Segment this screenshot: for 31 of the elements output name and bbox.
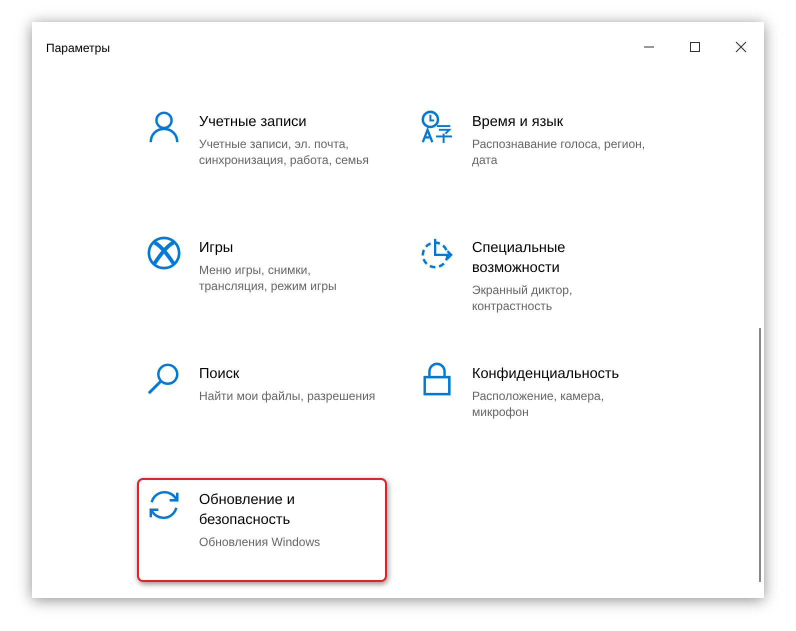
scrollbar[interactable]	[759, 328, 761, 582]
category-title: Специальные возможности	[472, 239, 566, 278]
close-icon	[735, 41, 747, 53]
category-title: Конфиденциальность	[472, 365, 620, 384]
category-title: Учетные записи	[199, 113, 308, 132]
category-description: Экранный диктор, контрастность	[472, 282, 574, 314]
search-icon	[147, 362, 181, 396]
window-title: Параметры	[46, 41, 110, 55]
person-icon	[147, 110, 181, 144]
category-title: Обновление и безопасность	[199, 491, 296, 530]
category-description: Меню игры, снимки, трансляция, режим игры	[199, 262, 338, 294]
clock-letter-icon	[420, 110, 454, 144]
category-title: Игры	[199, 239, 234, 258]
settings-category[interactable]: Учетные записи Учетные записи, эл. почта, синхронизация, работа, семья	[137, 100, 387, 204]
settings-category[interactable]: Игры Меню игры, снимки, трансляция, режим игры	[137, 226, 387, 330]
settings-category[interactable]: Время и язык Распознавание голоса, регион, дата	[410, 100, 660, 204]
category-description: Распознавание голоса, регион, дата	[472, 136, 646, 168]
category-description: Учетные записи, эл. почта, синхронизация, работа, семья	[199, 136, 370, 168]
category-title: Время и язык	[472, 113, 564, 132]
sync-icon	[147, 488, 181, 522]
category-description: Найти мои файлы, разрешения	[199, 388, 376, 404]
category-description: Расположение, камера, микрофон	[472, 388, 606, 420]
settings-category[interactable]: Поиск Найти мои файлы, разрешения	[137, 352, 387, 456]
accessibility-icon	[420, 236, 454, 270]
xbox-icon	[147, 236, 181, 270]
settings-category[interactable]: Специальные возможности Экранный диктор, контрастность	[410, 226, 660, 330]
settings-category[interactable]: Обновление и безопасность Обновления Windows	[137, 478, 387, 582]
category-title: Поиск	[199, 365, 240, 384]
settings-category[interactable]: Конфиденциальность Расположение, камера, микрофон	[410, 352, 660, 456]
category-description: Обновления Windows	[199, 534, 322, 550]
maximize-icon	[689, 41, 701, 53]
